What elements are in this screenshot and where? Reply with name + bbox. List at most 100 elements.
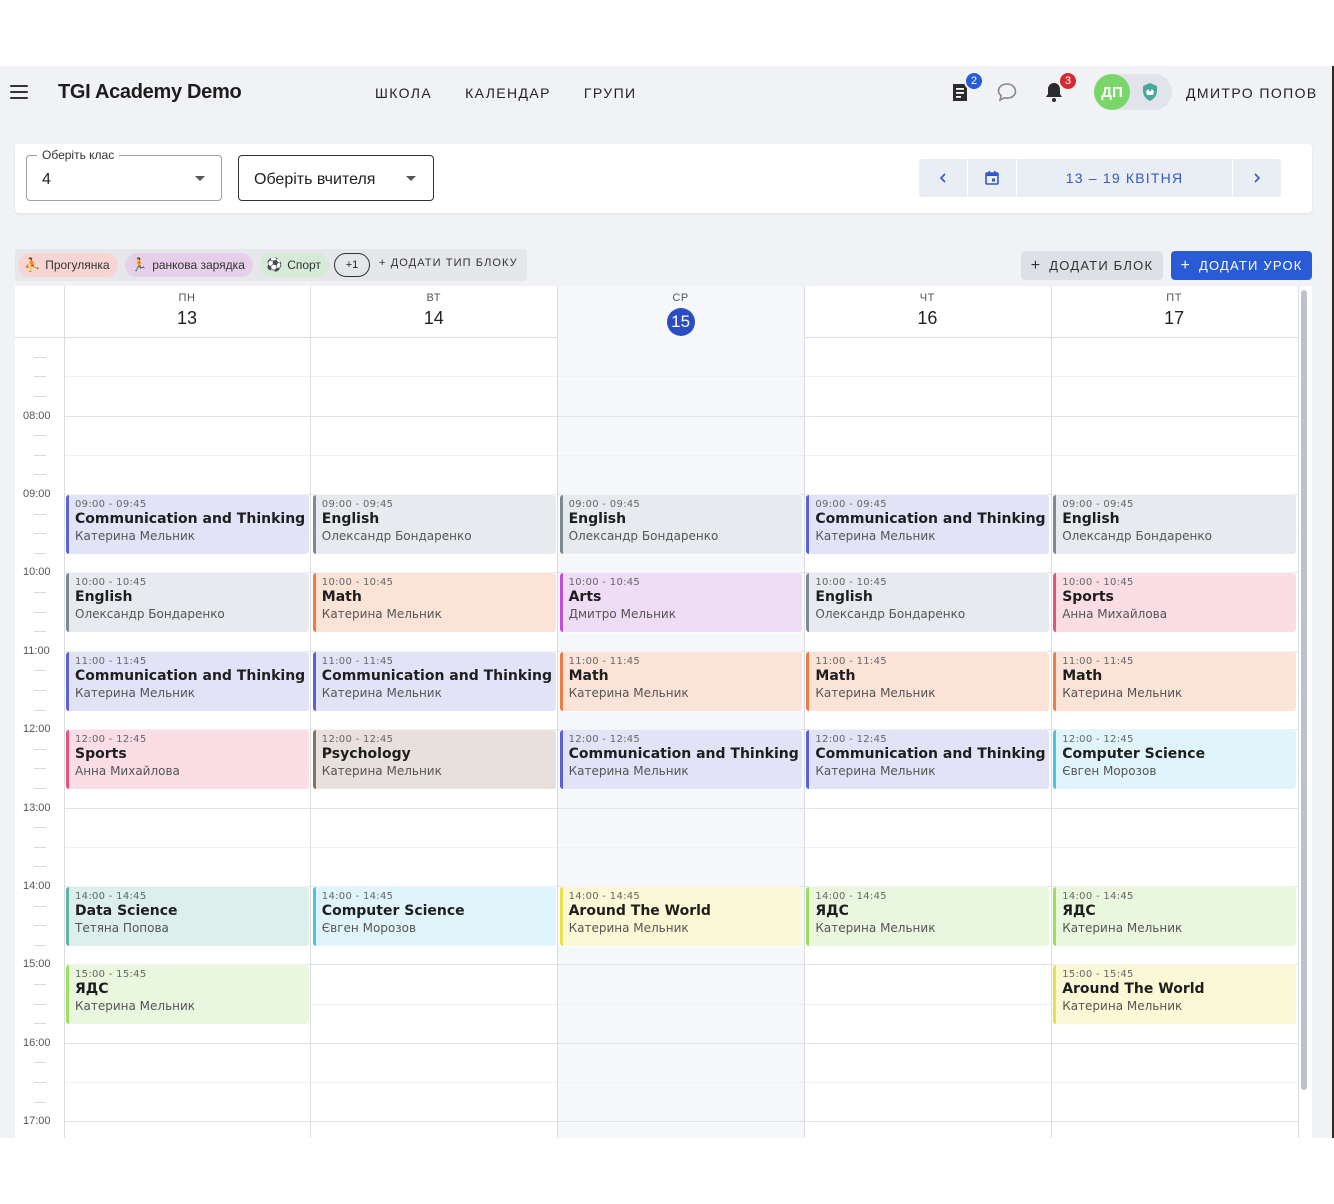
lesson-event[interactable]: 10:00 - 10:45 Sports Анна Михайлова [1053,573,1296,633]
lesson-event[interactable]: 14:00 - 14:45 Computer Science Євген Мороз… [312,886,556,946]
lesson-event[interactable]: 12:00 - 12:45 Psychology Катерина Мельник [312,730,556,790]
scrollbar[interactable] [1301,290,1307,1090]
lesson-time: 15:00 - 15:45 [75,969,147,981]
lesson-event[interactable]: 10:00 - 10:45 English Олександр Бондаренко [66,573,309,633]
date-range-label[interactable]: 13 – 19 КВІТНЯ [1017,159,1232,197]
lesson-subject: ЯДС [815,902,849,919]
lesson-subject: Communication and Thinking [815,510,1046,527]
chip-morning-exercise[interactable]: 🏃 ранкова зарядка [125,253,253,277]
nav-calendar[interactable]: КАЛЕНДАР [465,85,551,101]
lesson-subject: Communication and Thinking [75,510,306,527]
lesson-teacher: Катерина Мельник [1062,920,1183,935]
lesson-subject: Computer Science [321,902,465,919]
lesson-teacher: Катерина Мельник [815,920,936,935]
lesson-event[interactable]: 14:00 - 14:45 ЯДС Катерина Мельник [806,886,1050,946]
hour-label: 14:00 [23,879,51,892]
class-select[interactable]: Оберіть клас 4 [26,148,222,201]
nav-groups[interactable]: ГРУПИ [584,85,637,101]
notifications-badge: 3 [1058,71,1078,91]
lesson-event[interactable]: 14:00 - 14:45 Data Science Тетяна Попова [66,886,309,946]
day-number[interactable]: 16 [804,308,1050,329]
lesson-event[interactable]: 14:00 - 14:45 Around The World Катерина Ме… [559,886,803,946]
lesson-event[interactable]: 12:00 - 12:45 Sports Анна Михайлова [66,730,309,790]
user-menu[interactable]: ДП [1094,74,1172,110]
day-of-week-label: СР [672,292,689,304]
lesson-event[interactable]: 15:00 - 15:45 Around The World Катерина Ме… [1053,965,1296,1025]
lesson-event[interactable]: 11:00 - 11:45 Communication and Thinking К… [312,651,556,711]
add-block-type-label: ДОДАТИ ТИП БЛОКУ [390,257,518,269]
lesson-event[interactable]: 09:00 - 09:45 Communication and Thinking К… [806,494,1050,554]
day-number[interactable]: 13 [64,308,310,329]
chip-walk[interactable]: ⛹ Прогулянка [18,253,118,277]
lesson-event[interactable]: 10:00 - 10:45 Arts Дмитро Мельник [559,573,803,633]
hour-label: 13:00 [23,801,51,814]
shield-icon [1143,83,1157,101]
time-tick [34,846,46,848]
grid-line [64,454,1298,456]
user-name[interactable]: ДМИТРО ПОПОВ [1186,85,1318,101]
notifications-button[interactable]: 3 [1042,71,1078,104]
lesson-event[interactable]: 09:00 - 09:45 English Олександр Бондаренко [559,494,803,554]
add-block-button[interactable]: + ДОДАТИ БЛОК [1021,251,1163,280]
add-lesson-button[interactable]: + ДОДАТИ УРОК [1171,251,1312,280]
lesson-event[interactable]: 09:00 - 09:45 Communication and Thinking К… [66,494,309,554]
lesson-event[interactable]: 11:00 - 11:45 Math Катерина Мельник [806,651,1050,711]
lesson-event[interactable]: 10:00 - 10:45 English Олександр Бондаренко [806,573,1050,633]
lesson-subject: Sports [1062,589,1114,606]
top-bar: TGI Academy Demo ШКОЛА КАЛЕНДАР ГРУПИ 2 … [0,66,1332,120]
lesson-teacher: Олександр Бондаренко [815,607,966,622]
lesson-event[interactable]: 14:00 - 14:45 ЯДС Катерина Мельник [1053,886,1296,946]
lesson-time: 14:00 - 14:45 [1062,890,1134,902]
lesson-teacher: Олександр Бондаренко [1062,528,1212,543]
lesson-event[interactable]: 12:00 - 12:45 Communication and Thinking К… [806,730,1050,790]
chat-bubble-icon [997,83,1017,102]
more-chips-button[interactable]: +1 [334,253,370,277]
lesson-event[interactable]: 11:00 - 11:45 Communication and Thinking К… [66,651,309,711]
chip-sport[interactable]: ⚽ Спорт [260,253,329,277]
day-number[interactable]: 17 [1051,308,1297,329]
grid-line [64,1121,1298,1123]
calendar-picker-button[interactable] [968,159,1016,197]
add-block-type-button[interactable]: + ДОДАТИ ТИП БЛОКУ [379,257,518,269]
filter-card: Оберіть клас 4 Оберіть вчителя 13 – 19 К… [15,144,1312,213]
day-of-week-label: ПН [178,292,196,304]
lesson-teacher: Олександр Бондаренко [75,607,225,622]
time-tick [34,983,46,985]
lesson-event[interactable]: 12:00 - 12:45 Computer Science Євген Мороз… [1053,730,1296,790]
lesson-subject: English [321,510,380,527]
plus-icon: + [379,257,391,269]
add-block-label: ДОДАТИ БЛОК [1049,258,1154,273]
time-tick [34,689,46,691]
hour-label: 08:00 [23,409,51,422]
lesson-teacher: Катерина Мельник [75,999,196,1014]
day-of-week-label: ПТ [1166,292,1183,304]
day-of-week-label: ЧТ [919,292,936,304]
day-number[interactable]: 14 [311,308,557,329]
lesson-event[interactable]: 09:00 - 09:45 English Олександр Бондаренко [1053,494,1296,554]
time-tick [34,1023,46,1025]
lesson-time: 10:00 - 10:45 [321,577,394,589]
next-week-button[interactable] [1233,159,1281,197]
lesson-time: 15:00 - 15:45 [1062,969,1134,981]
hamburger-menu-icon[interactable] [10,85,28,99]
teacher-select[interactable]: Оберіть вчителя [238,155,434,201]
chat-button[interactable] [995,80,1019,104]
time-tick [34,395,46,397]
time-tick [34,1101,46,1103]
nav-school[interactable]: ШКОЛА [375,85,432,101]
lesson-event[interactable]: 11:00 - 11:45 Math Катерина Мельник [559,651,803,711]
day-of-week-label: ВТ [426,292,442,304]
prev-week-button[interactable] [919,159,967,197]
lesson-event[interactable]: 12:00 - 12:45 Communication and Thinking К… [559,730,803,790]
lesson-teacher: Катерина Мельник [75,528,196,543]
tasks-button[interactable]: 2 [948,71,984,104]
chevron-down-icon [406,176,416,181]
lesson-event[interactable]: 10:00 - 10:45 Math Катерина Мельник [312,573,556,633]
hour-label: 10:00 [23,566,51,579]
lesson-event[interactable]: 15:00 - 15:45 ЯДС Катерина Мельник [66,965,309,1025]
day-number[interactable]: 15 [558,308,804,336]
lesson-teacher: Катерина Мельник [1062,999,1183,1014]
lesson-event[interactable]: 11:00 - 11:45 Math Катерина Мельник [1053,651,1296,711]
column-divider [310,286,312,1138]
lesson-event[interactable]: 09:00 - 09:45 English Олександр Бондаренко [312,494,556,554]
